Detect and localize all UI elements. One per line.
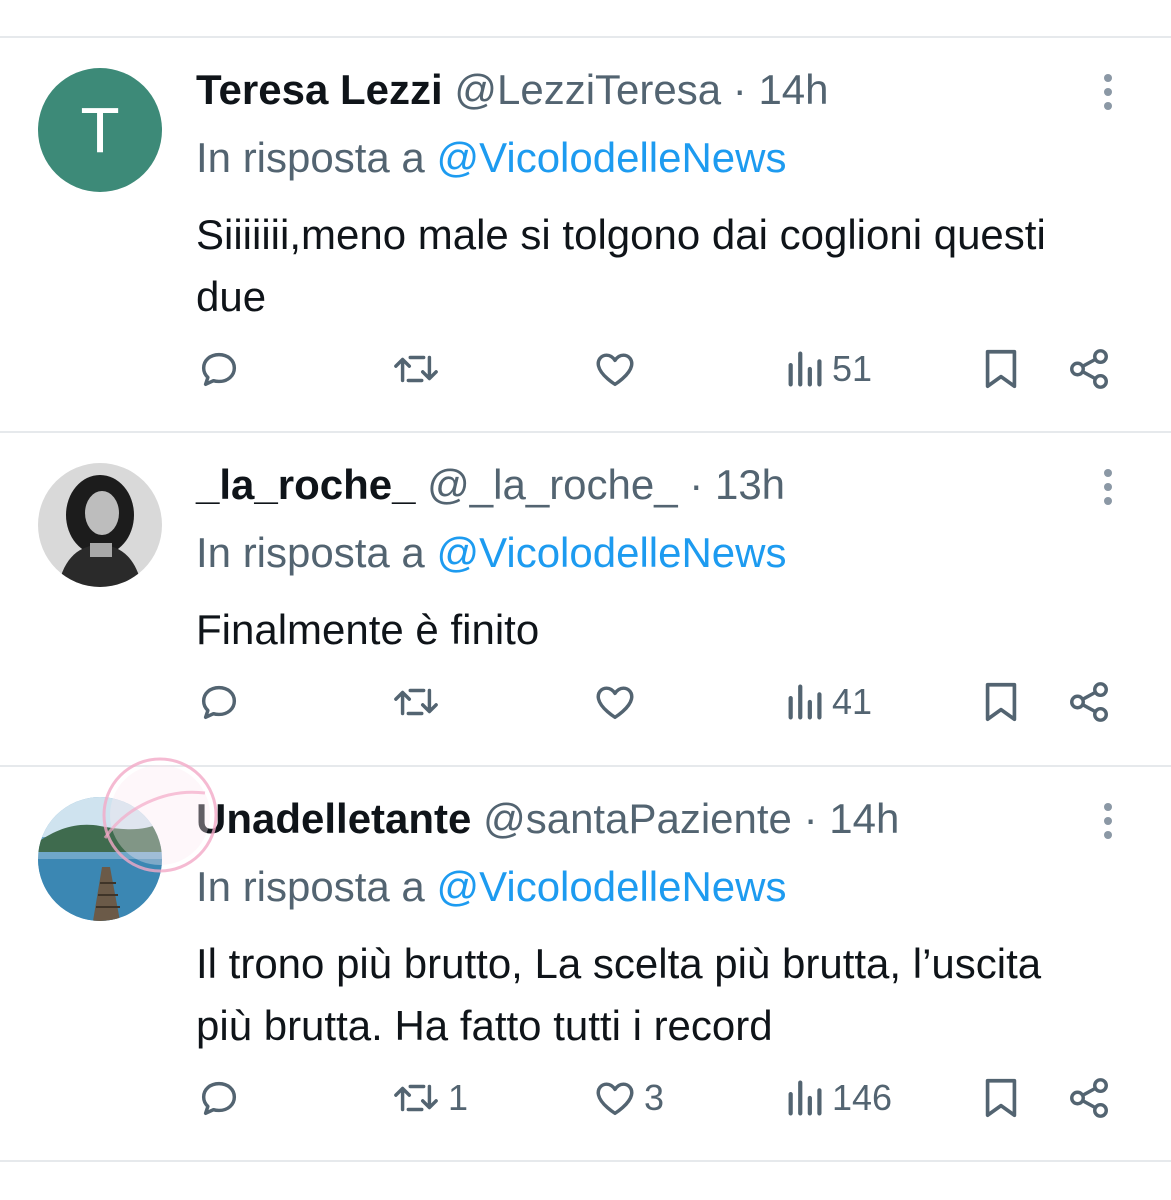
like-count: 3 — [644, 1077, 665, 1118]
timestamp[interactable]: 14h — [829, 795, 899, 842]
retweet-icon — [394, 1084, 438, 1112]
share-button[interactable] — [1066, 346, 1112, 392]
tweet-text: Siiiiiii,meno male si tolgono dai coglio… — [196, 211, 1046, 320]
user-handle[interactable]: @santaPaziente — [483, 795, 792, 842]
reply-button[interactable] — [196, 1075, 248, 1121]
share-button[interactable] — [1066, 679, 1112, 725]
retweet-button[interactable]: 1 — [390, 1075, 468, 1121]
tweet-text: Finalmente è finito — [196, 606, 540, 653]
views-icon — [788, 1080, 822, 1116]
reply-prefix: In risposta a — [196, 863, 425, 910]
retweet-button[interactable] — [390, 346, 448, 392]
reply-mention-link[interactable]: @VicolodelleNews — [436, 134, 786, 181]
like-button[interactable] — [592, 679, 644, 725]
bookmark-button[interactable] — [980, 679, 1022, 725]
reply-prefix: In risposta a — [196, 134, 425, 181]
share-icon — [1070, 349, 1108, 389]
bookmark-icon — [985, 349, 1017, 389]
reply-mention-link[interactable]: @VicolodelleNews — [436, 529, 786, 576]
more-icon[interactable] — [1094, 803, 1122, 843]
avatar[interactable]: T — [38, 68, 162, 192]
bookmark-button[interactable] — [980, 346, 1022, 392]
action-bar: 51 — [0, 346, 1171, 406]
retweet-button[interactable] — [390, 679, 448, 725]
tweet[interactable]: T Teresa Lezzi @LezziTeresa · 14h In ris… — [0, 38, 1171, 433]
tweet[interactable]: Unadelletante @santaPaziente · 14h In ri… — [0, 767, 1171, 1162]
tweet-header: _la_roche_ @_la_roche_ · 13h — [196, 461, 785, 509]
retweet-count: 1 — [448, 1077, 469, 1118]
views-button[interactable]: 41 — [786, 679, 872, 725]
reply-context: In risposta a @VicolodelleNews — [196, 529, 787, 577]
user-handle[interactable]: @LezziTeresa — [454, 66, 721, 113]
separator: · — [689, 461, 704, 508]
views-count: 146 — [832, 1077, 893, 1118]
reply-context: In risposta a @VicolodelleNews — [196, 134, 787, 182]
separator: · — [803, 795, 818, 842]
more-icon[interactable] — [1094, 469, 1122, 509]
tweet[interactable]: _la_roche_ @_la_roche_ · 13h In risposta… — [0, 433, 1171, 767]
reply-button[interactable] — [196, 679, 248, 725]
reply-context: In risposta a @VicolodelleNews — [196, 863, 787, 911]
bookmark-icon — [985, 682, 1017, 722]
reply-prefix: In risposta a — [196, 529, 425, 576]
like-icon — [596, 1082, 634, 1116]
reply-button[interactable] — [196, 346, 248, 392]
reply-icon — [201, 352, 237, 387]
like-button[interactable]: 3 — [592, 1075, 664, 1121]
like-icon — [596, 353, 634, 387]
retweet-icon — [394, 355, 438, 383]
timestamp[interactable]: 13h — [715, 461, 785, 508]
reply-mention-link[interactable]: @VicolodelleNews — [436, 863, 786, 910]
more-icon[interactable] — [1094, 74, 1122, 114]
share-icon — [1070, 1078, 1108, 1118]
user-name[interactable]: Teresa Lezzi — [196, 66, 443, 113]
user-name[interactable]: Unadelletante — [196, 795, 471, 842]
bookmark-icon — [985, 1078, 1017, 1118]
user-handle[interactable]: @_la_roche_ — [427, 461, 677, 508]
views-icon — [788, 351, 822, 387]
avatar[interactable] — [38, 797, 162, 921]
like-icon — [596, 686, 634, 720]
timestamp[interactable]: 14h — [758, 66, 828, 113]
avatar[interactable] — [38, 463, 162, 587]
separator: · — [732, 66, 747, 113]
views-button[interactable]: 146 — [786, 1075, 892, 1121]
action-bar: 41 — [0, 679, 1171, 739]
like-button[interactable] — [592, 346, 644, 392]
share-icon — [1070, 682, 1108, 722]
action-bar: 1 3 146 — [0, 1075, 1171, 1135]
views-button[interactable]: 51 — [786, 346, 872, 392]
views-count: 51 — [832, 348, 873, 389]
reply-icon — [201, 685, 237, 720]
views-icon — [788, 684, 822, 720]
tweet-header: Unadelletante @santaPaziente · 14h — [196, 795, 899, 843]
tweet-header: Teresa Lezzi @LezziTeresa · 14h — [196, 66, 829, 114]
views-count: 41 — [832, 681, 873, 722]
tweet-text: Il trono più brutto, La scelta più brutt… — [196, 940, 1042, 1049]
retweet-icon — [394, 688, 438, 716]
bookmark-button[interactable] — [980, 1075, 1022, 1121]
user-name[interactable]: _la_roche_ — [196, 461, 415, 508]
share-button[interactable] — [1066, 1075, 1112, 1121]
reply-icon — [201, 1081, 237, 1116]
top-divider — [0, 0, 1171, 38]
